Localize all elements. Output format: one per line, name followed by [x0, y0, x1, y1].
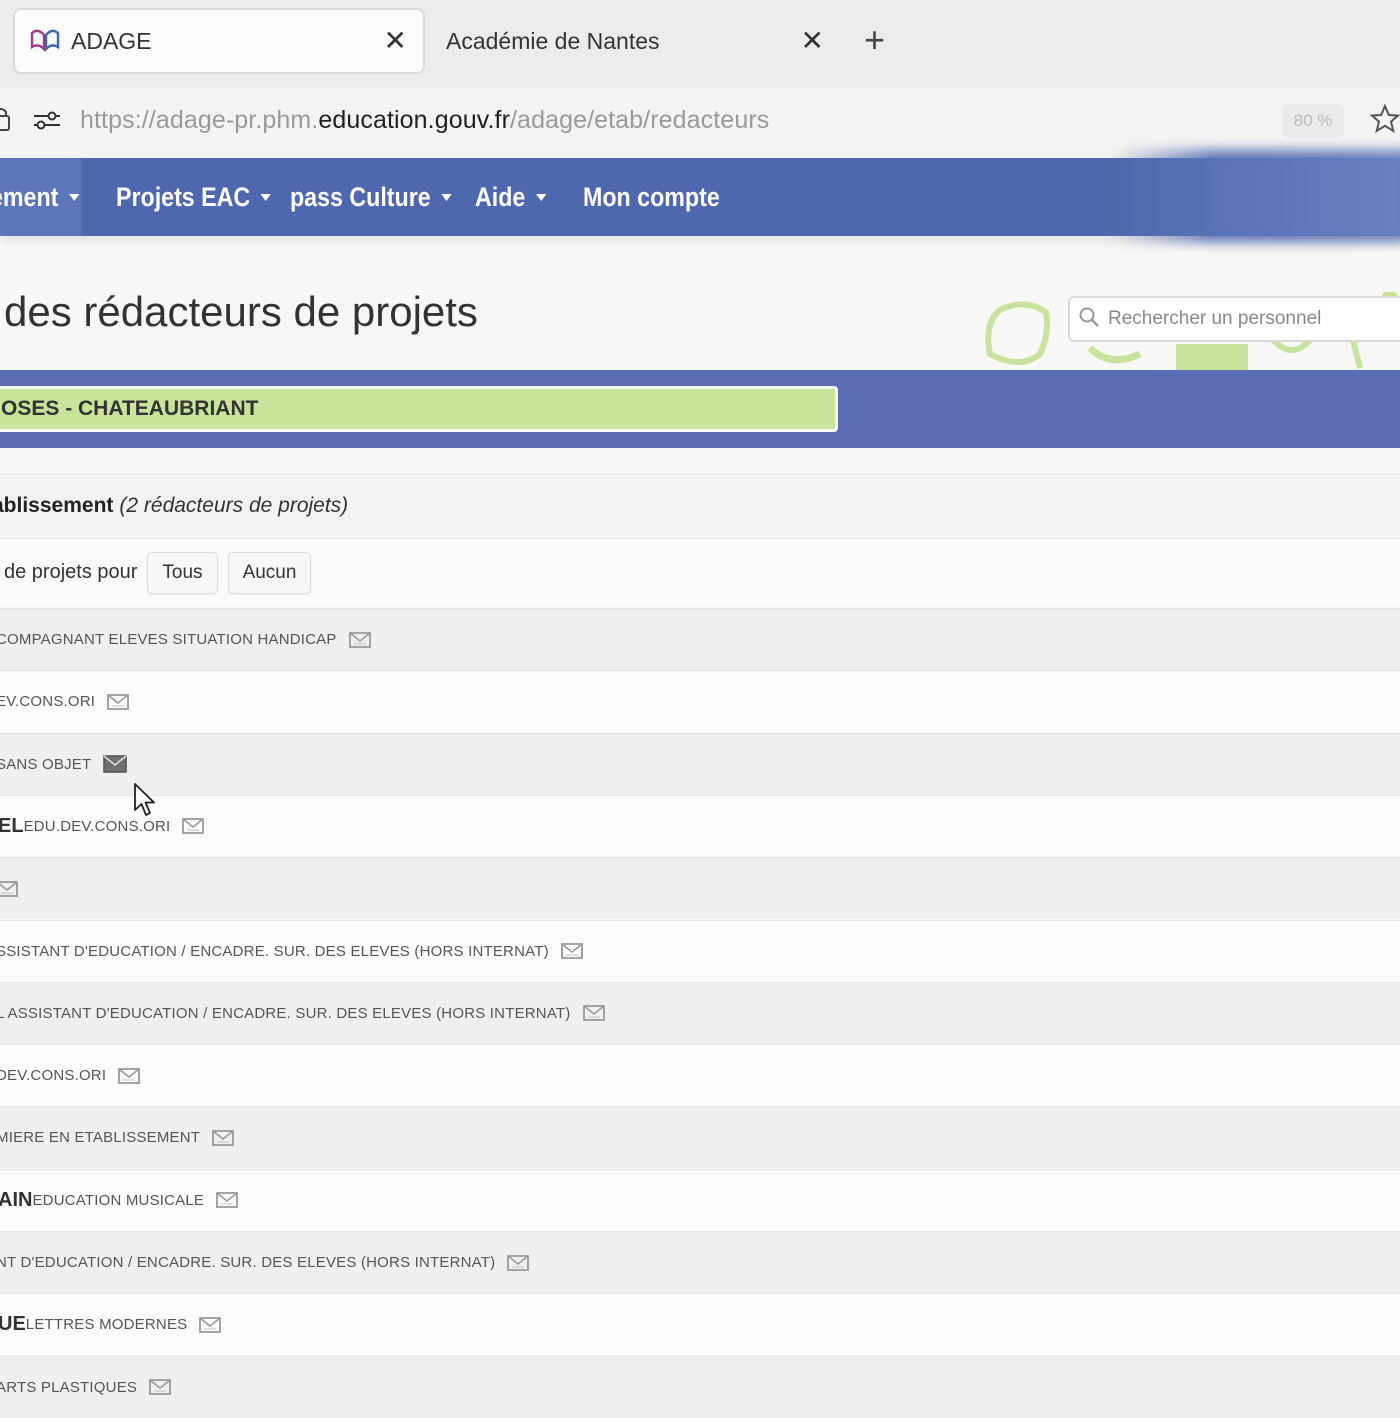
mail-icon[interactable] — [118, 1067, 141, 1085]
nav-label: Aide — [475, 181, 526, 212]
tab-adage[interactable]: ADAGE ✕ — [13, 8, 425, 74]
search-input[interactable] — [1106, 307, 1400, 331]
mail-icon[interactable] — [0, 880, 18, 898]
url-domain: education.gouv.fr — [318, 106, 511, 134]
staff-name: UE — [0, 1313, 26, 1336]
mail-icon[interactable] — [216, 1191, 239, 1209]
staff-role: LETTRES MODERNES — [25, 1316, 188, 1334]
nav-item-etablissement[interactable]: ement — [0, 158, 82, 236]
nav-item-projets-eac[interactable]: Projets EAC — [116, 158, 271, 236]
nav-label: pass Culture — [290, 181, 431, 212]
blurred-region — [1110, 150, 1400, 242]
establishment-summary: ablissement (2 rédacteurs de projets) — [0, 474, 1400, 536]
summary-label: ablissement — [0, 493, 114, 517]
mail-icon[interactable] — [182, 817, 205, 835]
mail-icon[interactable] — [582, 1004, 605, 1022]
tab-academie-nantes[interactable]: Académie de Nantes ✕ — [430, 8, 840, 74]
staff-role: COMPAGNANT ELEVES SITUATION HANDICAP — [0, 631, 337, 648]
establishment-select[interactable]: OSES - CHATEAUBRIANT — [0, 386, 838, 432]
browser-tab-bar: ADAGE ✕ Académie de Nantes ✕ + — [0, 0, 1400, 88]
adage-favicon-icon — [29, 28, 63, 54]
staff-row: EV.CONS.ORI — [0, 670, 1400, 733]
staff-row: SANS OBJET — [0, 732, 1400, 795]
url-prefix: https://adage-pr.phm. — [80, 106, 319, 134]
mouse-cursor-icon — [133, 782, 159, 823]
close-icon[interactable]: ✕ — [801, 27, 824, 55]
selection-label: de projets pour — [4, 561, 138, 583]
nav-item-pass-culture[interactable]: pass Culture — [290, 158, 452, 236]
redactor-count: (2 rédacteurs de projets) — [119, 493, 349, 517]
tab-title: Académie de Nantes — [446, 27, 660, 54]
staff-row: EL EDU.DEV.CONS.ORI — [0, 794, 1400, 857]
url-path: /adage/etab/redacteurs — [510, 106, 770, 134]
search-staff[interactable] — [1068, 296, 1400, 342]
staff-row: ARTS PLASTIQUES — [0, 1355, 1400, 1418]
staff-role: EV.CONS.ORI — [0, 693, 96, 711]
caret-down-icon — [68, 193, 80, 201]
star-icon[interactable] — [1369, 103, 1400, 139]
staff-row: UE LETTRES MODERNES — [0, 1293, 1400, 1356]
caret-down-icon — [260, 193, 271, 201]
mail-icon[interactable] — [212, 1129, 235, 1147]
tab-title: ADAGE — [71, 27, 152, 54]
mail-icon[interactable] — [507, 1254, 530, 1272]
mail-icon[interactable] — [107, 693, 130, 711]
mail-icon[interactable] — [199, 1316, 222, 1334]
selection-bar: de projets pour Tous Aucun — [0, 538, 1400, 606]
close-icon[interactable]: ✕ — [384, 27, 407, 55]
staff-row — [0, 857, 1400, 920]
mail-icon[interactable] — [149, 1378, 172, 1396]
staff-role: DEV.CONS.ORI — [0, 1067, 107, 1085]
url-field[interactable]: https://adage-pr.phm.education.gouv.fr/a… — [80, 106, 769, 135]
staff-name: AIN — [0, 1188, 33, 1211]
staff-row: L ASSISTANT D'EDUCATION / ENCADRE. SUR. … — [0, 981, 1400, 1044]
staff-role: NT D'EDUCATION / ENCADRE. SUR. DES ELEVE… — [0, 1254, 496, 1271]
mail-icon[interactable] — [348, 631, 371, 649]
caret-down-icon — [440, 193, 452, 201]
staff-row: NT D'EDUCATION / ENCADRE. SUR. DES ELEVE… — [0, 1231, 1400, 1293]
caret-down-icon — [535, 193, 546, 201]
mail-icon[interactable] — [103, 754, 128, 774]
nav-label: Mon compte — [583, 181, 720, 212]
tune-icon[interactable] — [32, 108, 62, 137]
plus-icon[interactable]: + — [864, 22, 885, 58]
page-title: des rédacteurs de projets — [4, 288, 478, 335]
staff-row: AIN EDUCATION MUSICALE — [0, 1168, 1400, 1231]
staff-role: SSISTANT D'EDUCATION / ENCADRE. SUR. DES… — [0, 942, 549, 960]
staff-role: L ASSISTANT D'EDUCATION / ENCADRE. SUR. … — [0, 1004, 571, 1022]
staff-row: MIERE EN ETABLISSEMENT — [0, 1106, 1400, 1169]
nav-item-aide[interactable]: Aide — [475, 158, 546, 236]
select-all-button[interactable]: Tous — [147, 551, 218, 594]
staff-row: SSISTANT D'EDUCATION / ENCADRE. SUR. DES… — [0, 919, 1400, 982]
nav-label: Projets EAC — [116, 181, 251, 212]
staff-row: COMPAGNANT ELEVES SITUATION HANDICAP — [0, 608, 1400, 670]
nav-item-mon-compte[interactable]: Mon compte — [583, 158, 720, 236]
staff-role: SANS OBJET — [0, 755, 92, 773]
staff-name: EL — [0, 814, 24, 837]
nav-label: ement — [0, 181, 59, 212]
zoom-indicator[interactable]: 80 % — [1282, 104, 1344, 138]
search-icon — [1078, 306, 1100, 333]
staff-role: EDUCATION MUSICALE — [32, 1191, 205, 1209]
mail-icon[interactable] — [560, 942, 583, 960]
lock-icon[interactable] — [0, 104, 10, 132]
staff-role: MIERE EN ETABLISSEMENT — [0, 1129, 201, 1147]
staff-row: DEV.CONS.ORI — [0, 1044, 1400, 1107]
select-none-button[interactable]: Aucun — [227, 551, 312, 594]
staff-role: ARTS PLASTIQUES — [0, 1378, 138, 1396]
